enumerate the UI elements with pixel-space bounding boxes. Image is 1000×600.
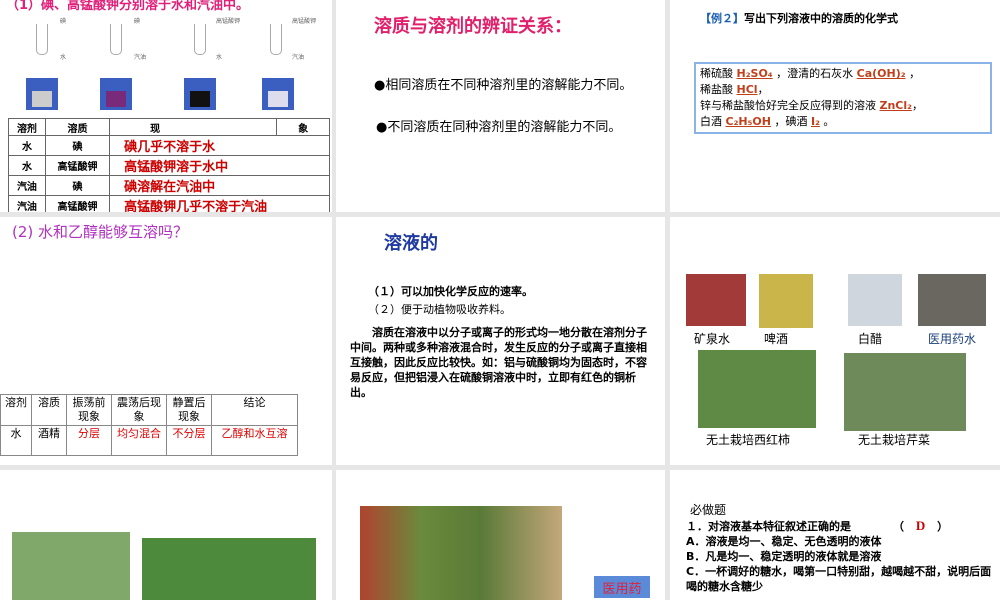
plants-photo [360, 506, 562, 600]
beaker-photo [262, 78, 294, 110]
medicine-photo [918, 274, 986, 326]
slide-thumbnail-6[interactable]: 矿泉水 啤酒 白醋 医用药水 无土栽培西红柿 无土栽培芹菜 [670, 217, 1000, 465]
slide-title: 溶液的 [384, 233, 438, 254]
tube-label: 高锰酸钾 [292, 18, 317, 25]
tube-label: 碘 [134, 18, 141, 25]
answer-box: 稀硫酸 H₂SO₄ ，澄清的石灰水 Ca(OH)₂ ， 稀盐酸 HCl， 锌与稀… [694, 62, 992, 134]
slide-thumbnail-8[interactable]: 医用药 [336, 470, 665, 600]
caption: 矿泉水 [694, 332, 731, 346]
slide-title: 【例２】写出下列溶液中的溶质的化学式 [700, 12, 898, 25]
beer-photo [759, 274, 813, 328]
test-tube-icon [270, 24, 282, 55]
results-table: 溶剂 溶质现象 水碘碘几乎不溶于水 水高锰酸钾 高锰酸钾溶于水中 汽油碘碘溶解在汽油… [8, 118, 330, 212]
slide-thumbnail-7[interactable] [0, 470, 332, 600]
vinegar-photo [848, 274, 902, 326]
experiment-table: 溶剂 溶质 振荡前现象 震荡后现象 静置后现象 结论 水酒精 分层 均匀混合 不分层 乙醇和水互溶 [0, 394, 298, 456]
test-tube-icon [110, 24, 122, 55]
beaker-photo [184, 78, 216, 110]
slide-title: （1）碘、高锰酸钾分别溶于水和汽油中。 [6, 0, 250, 13]
bullet: ●不同溶质在同种溶剂里的溶解能力不同。 [376, 120, 622, 135]
tube-label: 高锰酸钾 [216, 18, 241, 25]
slide-title: (2) 水和乙醇能够互溶吗？ [12, 223, 189, 241]
paragraph: 溶质在溶液中以分子或离子的形式均一地分散在溶剂分子中间。两种或多种溶液混合时，发… [350, 326, 647, 399]
point: （１）可以加快化学反应的速率。 [368, 285, 533, 298]
tube-label: 汽油 [292, 54, 305, 61]
celery-photo [844, 353, 966, 431]
tube-label: 碘 [60, 18, 67, 25]
beaker-photo [100, 78, 132, 110]
point: （２）便于动植物吸收养料。 [368, 303, 511, 316]
slide-thumbnail-9[interactable]: 必做题 １．对溶液基本特征叙述正确的是（ D ） A．溶液是均一、稳定、无色透明… [670, 470, 1000, 600]
tomato-photo [698, 350, 816, 428]
slide-thumbnail-4[interactable]: (2) 水和乙醇能够互溶吗？ 溶剂 溶质 振荡前现象 震荡后现象 静置后现象 结论 水酒精… [0, 217, 332, 465]
plant-photo [142, 538, 316, 600]
label-box: 医用药 [594, 576, 650, 598]
caption: 无土栽培西红柿 [706, 433, 791, 447]
caption: 无土栽培芹菜 [858, 433, 931, 447]
beaker-photo [26, 78, 58, 110]
question: １．对溶液基本特征叙述正确的是（ D ） A．溶液是均一、稳定、无色透明的液体 … [686, 518, 992, 593]
bullet: ●相同溶质在不同种溶剂里的溶解能力不同。 [374, 78, 633, 93]
caption: 医用药水 [928, 332, 977, 346]
mineral-water-photo [686, 274, 746, 326]
caption: 啤酒 [764, 332, 789, 346]
caption: 白醋 [858, 332, 883, 346]
tube-label: 汽油 [134, 54, 147, 61]
section-heading: 必做题 [690, 503, 727, 517]
plant-photo [12, 532, 130, 600]
slide-thumbnail-3[interactable]: 【例２】写出下列溶液中的溶质的化学式 稀硫酸 H₂SO₄ ，澄清的石灰水 Ca(… [670, 0, 1000, 212]
test-tube-icon [194, 24, 206, 55]
tube-label: 水 [60, 54, 67, 61]
slide-thumbnail-1[interactable]: （1）碘、高锰酸钾分别溶于水和汽油中。 碘 水 碘 汽油 高锰酸钾 水 高锰酸钾… [0, 0, 332, 212]
slide-title: 溶质与溶剂的辨证关系： [374, 16, 572, 37]
test-tube-icon [36, 24, 48, 55]
slide-thumbnail-5[interactable]: 溶液的 （１）可以加快化学反应的速率。 （２）便于动植物吸收养料。 溶质在溶液中… [336, 217, 665, 465]
tube-label: 水 [216, 54, 223, 61]
slide-thumbnail-2[interactable]: 溶质与溶剂的辨证关系： ●相同溶质在不同种溶剂里的溶解能力不同。 ●不同溶质在同… [336, 0, 665, 212]
